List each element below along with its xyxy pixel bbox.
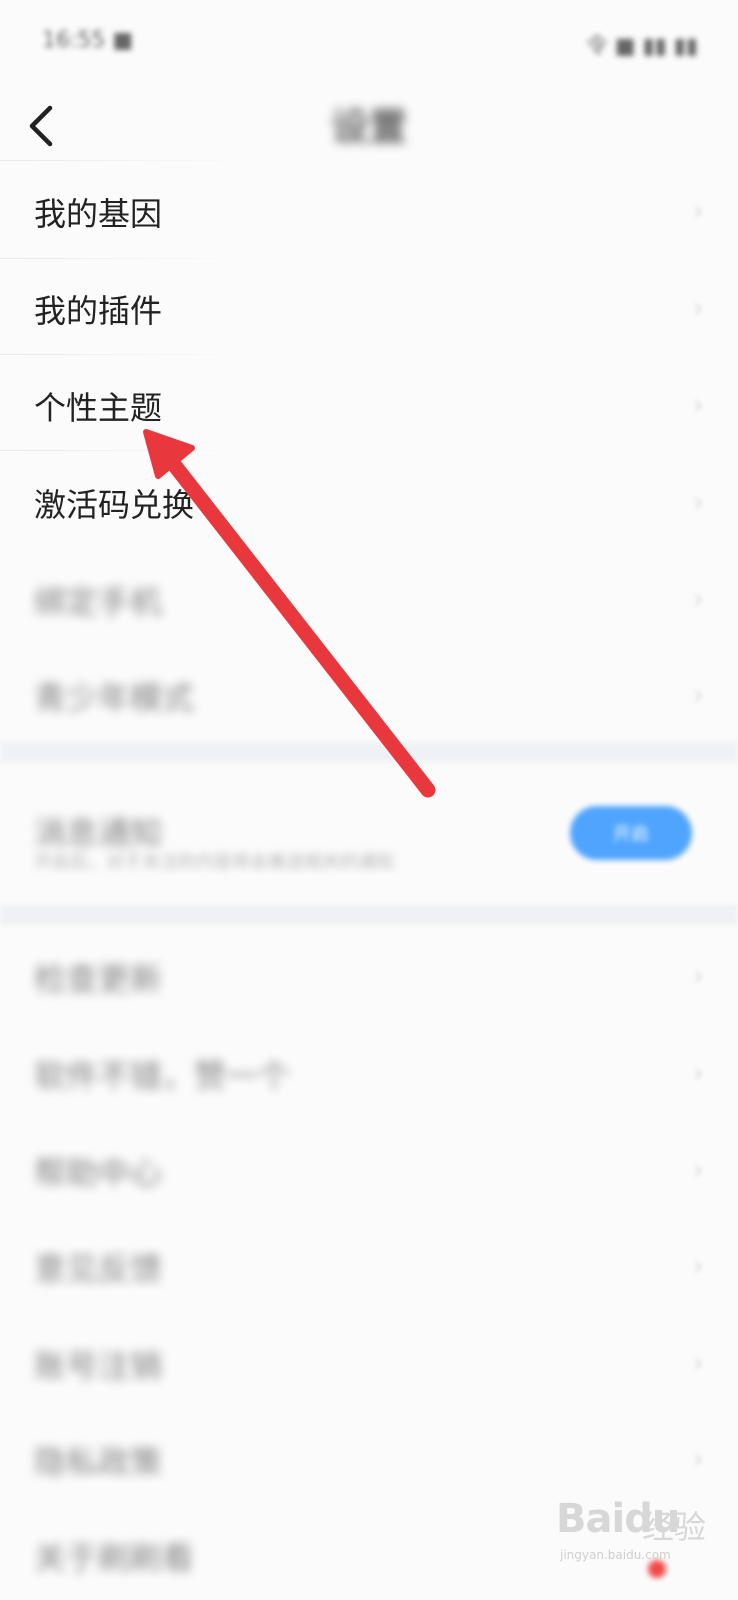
chevron-right-icon: ›	[692, 291, 704, 324]
menu-item-feedback[interactable]: 意见反馈 ›	[0, 1216, 738, 1314]
menu-item-label: 绑定手机	[34, 583, 163, 621]
menu-item-label: 关于刷刷看	[34, 1539, 195, 1577]
menu-item-help-center[interactable]: 帮助中心 ›	[0, 1120, 738, 1218]
menu-item-bind-phone[interactable]: 绑定手机 ›	[0, 549, 738, 647]
section-gap	[0, 905, 738, 925]
menu-item-rate-app[interactable]: 软件不错，赞一个 ›	[0, 1023, 738, 1121]
menu-item-delete-account[interactable]: 账号注销 ›	[0, 1313, 738, 1411]
chevron-right-icon: ›	[692, 388, 704, 421]
header: 设置	[0, 90, 738, 162]
menu-item-my-genes[interactable]: 我的基因 ›	[0, 161, 738, 259]
section-gap	[0, 742, 738, 762]
status-bar: 16:55 ■ 令 ■ ▮▮ ▮▮	[0, 0, 738, 90]
menu-item-label: 个性主题	[34, 389, 163, 427]
toggle-button-label: 开启	[613, 824, 649, 845]
menu-item-label: 软件不错，赞一个	[34, 1057, 291, 1095]
menu-item-label: 账号注销	[34, 1347, 163, 1385]
menu-item-label: 我的插件	[34, 292, 163, 330]
chevron-right-icon: ›	[692, 194, 704, 227]
status-time: 16:55 ■	[42, 28, 134, 53]
status-icons: 令 ■ ▮▮ ▮▮	[585, 34, 698, 59]
page-title: 设置	[330, 105, 407, 149]
menu-item-label: 我的基因	[34, 195, 163, 233]
notification-toggle-button[interactable]: 开启	[570, 806, 692, 860]
chevron-right-icon: ›	[692, 1249, 704, 1282]
menu-item-my-plugins[interactable]: 我的插件 ›	[0, 258, 738, 356]
chevron-right-icon: ›	[692, 582, 704, 615]
menu-item-label: 激活码兑换	[34, 486, 195, 524]
menu-item-label: 意见反馈	[34, 1250, 163, 1288]
settings-screen: 16:55 ■ 令 ■ ▮▮ ▮▮ 设置 我的基因 › 我的插件 › 个性主题 …	[0, 0, 738, 1600]
chevron-right-icon: ›	[692, 1442, 704, 1475]
menu-item-label: 隐私政策	[34, 1443, 163, 1481]
chevron-right-icon: ›	[692, 1346, 704, 1379]
chevron-right-icon: ›	[692, 959, 704, 992]
baidu-watermark: Baidu 经验 jingyan.baidu.com	[552, 1490, 722, 1580]
menu-item-label: 检查更新	[34, 960, 163, 998]
menu-item-label: 青少年模式	[34, 679, 195, 717]
divider	[0, 450, 250, 451]
chevron-right-icon: ›	[692, 1056, 704, 1089]
chevron-right-icon: ›	[692, 678, 704, 711]
watermark-cn: 经验	[642, 1508, 707, 1546]
menu-item-check-update[interactable]: 检查更新 ›	[0, 926, 738, 1024]
menu-item-teen-mode[interactable]: 青少年模式 ›	[0, 645, 738, 743]
menu-item-label: 帮助中心	[34, 1154, 163, 1192]
chevron-right-icon: ›	[692, 485, 704, 518]
chevron-right-icon: ›	[692, 1153, 704, 1186]
menu-item-personal-theme[interactable]: 个性主题 ›	[0, 355, 738, 453]
menu-item-activation-code[interactable]: 激活码兑换 ›	[0, 452, 738, 550]
toggle-subtitle: 开启后，对于关注的内容将会推送相关的通知	[34, 852, 394, 873]
watermark-url: jingyan.baidu.com	[560, 1548, 671, 1562]
